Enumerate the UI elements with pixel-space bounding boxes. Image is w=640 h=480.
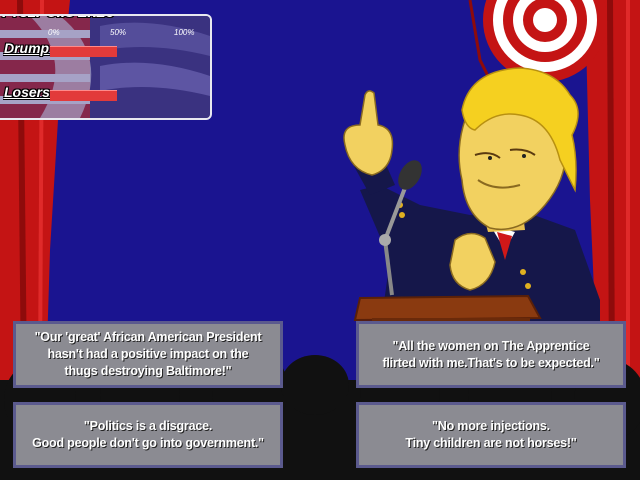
answer-option-3[interactable]: "Politics is a disgrace. Good people don…: [13, 402, 283, 468]
candidate-label-losers: Losers: [4, 84, 50, 100]
tick-label: 50%: [110, 28, 127, 37]
candidate-label-drump: Drump: [4, 40, 50, 56]
poll-bar-fill-drump: [50, 46, 117, 57]
answer-option-text: "Our 'great' African American President …: [34, 330, 262, 378]
answer-option-text: "All the women on The Apprentice flirted…: [382, 338, 600, 370]
answer-option-text: "Politics is a disgrace. Good people don…: [32, 419, 264, 450]
poll-bar-losers: [50, 90, 184, 101]
tick-label: 100%: [174, 28, 195, 37]
answer-option-2[interactable]: "All the women on The Apprentice flirted…: [356, 321, 626, 388]
poll-bar-drump: [50, 46, 184, 57]
answer-option-text: "No more injections. Tiny children are n…: [405, 419, 577, 450]
poll-panel: PrezPolls 2k16 0% 50% 100% Drump Losers: [0, 14, 212, 120]
answer-option-1[interactable]: "Our 'great' African American President …: [13, 321, 283, 388]
answer-option-4[interactable]: "No more injections. Tiny children are n…: [356, 402, 626, 468]
poll-title: PrezPolls 2k16: [2, 16, 115, 22]
tick-label: 0%: [48, 28, 60, 37]
game-stage: PrezPolls 2k16 0% 50% 100% Drump Losers …: [0, 0, 640, 480]
poll-bar-fill-losers: [50, 90, 117, 101]
